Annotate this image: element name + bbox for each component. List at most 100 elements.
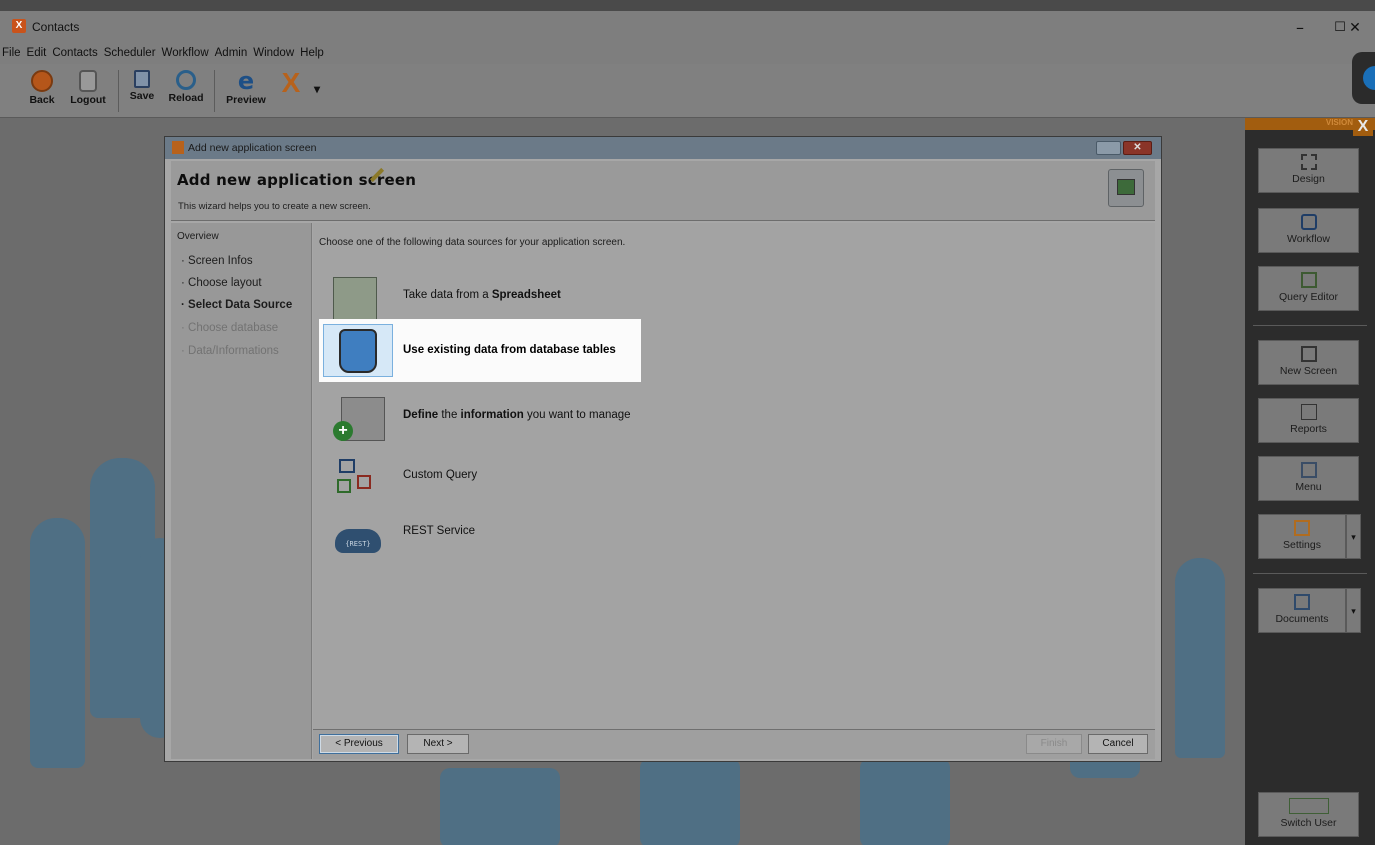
switch-user-label: Switch User [1280, 817, 1337, 829]
preview-button[interactable]: e Preview [222, 67, 270, 114]
documents-label: Documents [1275, 613, 1329, 625]
side-handle[interactable] [1352, 52, 1375, 104]
add-icon: + [333, 421, 353, 441]
label-bold: information [460, 409, 524, 421]
reload-label: Reload [168, 92, 204, 104]
database-bin-icon [339, 329, 377, 373]
dialog-minimize-button[interactable] [1096, 141, 1121, 155]
dialog-close-button[interactable]: ✕ [1123, 141, 1152, 155]
next-button[interactable]: Next > [407, 734, 469, 754]
label-text: you want to manage [523, 409, 631, 421]
spreadsheet-icon [333, 277, 377, 321]
finish-button[interactable]: Finish [1026, 734, 1082, 754]
rest-badge: {REST} [345, 540, 371, 548]
option-custom-query-label: Custom Query [403, 469, 478, 481]
design-icon [1300, 154, 1317, 170]
switch-user-button[interactable]: Switch User [1258, 792, 1359, 837]
back-icon [31, 70, 53, 92]
intro-text: Choose one of the following data sources… [319, 237, 626, 248]
step-data-informations: · Data/Informations [181, 345, 279, 357]
documents-dropdown-button[interactable]: ▾ [1346, 588, 1361, 633]
step-label: Choose database [188, 322, 279, 334]
menu-workflow[interactable]: Workflow [159, 44, 212, 59]
logout-label: Logout [70, 94, 106, 106]
workflow-button[interactable]: Workflow [1258, 208, 1359, 253]
settings-icon [1294, 520, 1310, 536]
option-spreadsheet-label: Take data from a Spreadsheet [403, 289, 561, 301]
browser-icon: e [237, 67, 255, 95]
close-window-button[interactable]: ✕ [1335, 16, 1375, 40]
reload-button[interactable]: Reload [166, 70, 206, 114]
menu-file[interactable]: File [0, 44, 24, 59]
query-editor-icon [1300, 272, 1317, 288]
reports-label: Reports [1290, 423, 1327, 435]
label-text: the [438, 409, 461, 421]
visionx-button[interactable]: X [276, 69, 306, 114]
menu-button[interactable]: Menu [1258, 456, 1359, 501]
new-screen-icon [1300, 346, 1317, 362]
menu-icon [1300, 462, 1317, 478]
step-select-data-source: · Select Data Source [181, 299, 293, 311]
reports-icon [1300, 404, 1317, 420]
lock-icon [79, 70, 97, 92]
label-bold: Define [403, 409, 439, 421]
documents-button[interactable]: Documents [1258, 588, 1346, 633]
menu-edit[interactable]: Edit [24, 44, 50, 59]
toolbar-separator [214, 70, 215, 112]
panel-divider [1253, 573, 1367, 574]
switch-user-icon [1288, 798, 1329, 814]
vision-side-panel: VISION X Design Workflow Query Editor Ne… [1245, 118, 1375, 845]
back-button[interactable]: Back [24, 70, 60, 114]
settings-button[interactable]: Settings [1258, 514, 1346, 559]
option-rest-service[interactable]: {REST} REST Service [319, 505, 619, 563]
logout-button[interactable]: Logout [66, 70, 110, 114]
silhouette [440, 768, 560, 845]
menu-admin[interactable]: Admin [212, 44, 251, 59]
previous-button[interactable]: < Previous [319, 734, 399, 754]
option-database-label: Use existing data from database tables [403, 344, 616, 356]
top-strip [0, 0, 1375, 11]
toolbar: Back Logout Save Reload e Preview X ▾ [0, 64, 1375, 118]
workflow-icon [1300, 214, 1317, 230]
workflow-label: Workflow [1287, 233, 1330, 245]
menu-help[interactable]: Help [297, 44, 327, 59]
menu-bar: File Edit Contacts Scheduler Workflow Admin Wi… [0, 44, 1375, 64]
query-editor-label: Query Editor [1279, 291, 1338, 303]
save-icon [134, 70, 150, 88]
option-custom-query[interactable]: Custom Query [319, 449, 619, 507]
menu-scheduler[interactable]: Scheduler [101, 44, 159, 59]
save-button[interactable]: Save [126, 70, 158, 114]
visionx-icon [172, 141, 184, 154]
option-database-tables[interactable]: Use existing data from database tables [319, 319, 641, 382]
dialog-window-title: Add new application screen [188, 142, 317, 154]
app-logo-icon: X [12, 19, 26, 33]
selection-box [323, 324, 393, 377]
data-source-panel: Choose one of the following data sources… [313, 223, 1155, 729]
new-screen-button[interactable]: New Screen [1258, 340, 1359, 385]
cancel-button[interactable]: Cancel [1088, 734, 1148, 754]
menu-label: Menu [1295, 481, 1322, 493]
silhouette [1175, 558, 1225, 758]
minimize-button[interactable]: – [1280, 16, 1320, 40]
step-label: Screen Infos [188, 255, 253, 267]
vision-label: VISION [1325, 118, 1353, 127]
label-bold: Spreadsheet [491, 289, 561, 301]
back-label: Back [29, 94, 55, 106]
preview-label: Preview [226, 94, 266, 106]
design-button[interactable]: Design [1258, 148, 1359, 193]
settings-label: Settings [1283, 539, 1321, 551]
silhouette [640, 758, 740, 845]
query-editor-button[interactable]: Query Editor [1258, 266, 1359, 311]
option-define-information[interactable]: + Define the information you want to man… [319, 389, 699, 447]
menu-contacts[interactable]: Contacts [49, 44, 100, 59]
step-label: Data/Informations [188, 345, 279, 357]
silhouette [30, 518, 85, 768]
option-rest-label: REST Service [403, 525, 476, 537]
reports-button[interactable]: Reports [1258, 398, 1359, 443]
visionx-logo-icon: X [1353, 118, 1373, 136]
add-screen-dialog: Add new application screen ✕ Add new app… [164, 136, 1162, 762]
menu-window[interactable]: Window [250, 44, 297, 59]
overview-label: Overview [177, 231, 219, 242]
settings-dropdown-button[interactable]: ▾ [1346, 514, 1361, 559]
window-titlebar [0, 11, 1375, 44]
